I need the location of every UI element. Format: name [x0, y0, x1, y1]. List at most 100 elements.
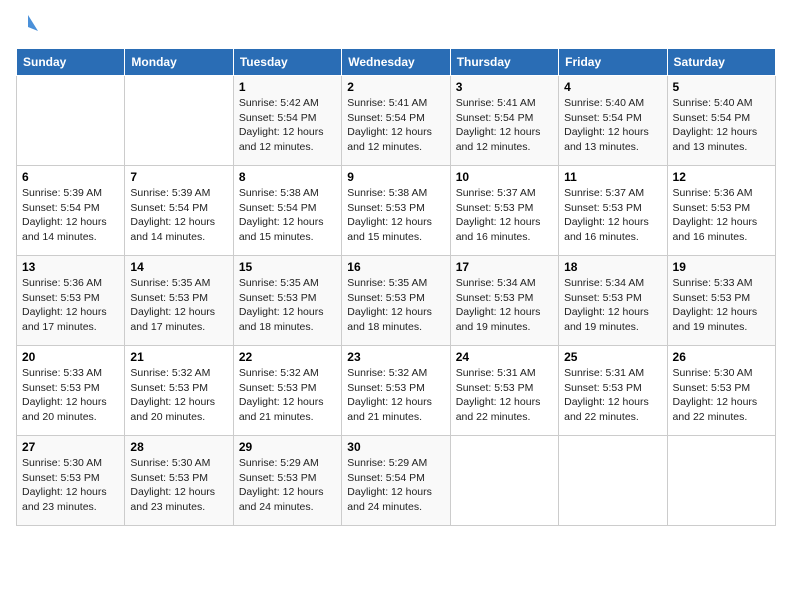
calendar-cell: 19 Sunrise: 5:33 AM Sunset: 5:53 PM Dayli… [667, 256, 775, 346]
calendar-cell: 3 Sunrise: 5:41 AM Sunset: 5:54 PM Daylig… [450, 76, 558, 166]
calendar-week-row: 1Sunrise: 5:42 AM Sunset: 5:54 PM Daylig… [17, 76, 776, 166]
day-number: 7 [130, 170, 227, 184]
calendar-cell: 26 Sunrise: 5:30 AM Sunset: 5:53 PM Dayli… [667, 346, 775, 436]
day-info: Sunrise: 5:42 AM Sunset: 5:54 PM Dayligh… [239, 96, 336, 155]
calendar-cell: 28Sunrise: 5:30 AM Sunset: 5:53 PM Dayli… [125, 436, 233, 526]
day-info: Sunrise: 5:31 AM Sunset: 5:53 PM Dayligh… [456, 366, 553, 425]
day-number: 29 [239, 440, 336, 454]
day-number: 26 [673, 350, 770, 364]
calendar-cell: 8Sunrise: 5:38 AM Sunset: 5:54 PM Daylig… [233, 166, 341, 256]
day-header: Sunday [17, 49, 125, 76]
day-number: 14 [130, 260, 227, 274]
day-number: 18 [564, 260, 661, 274]
logo [16, 16, 38, 38]
calendar-cell: 2 Sunrise: 5:41 AM Sunset: 5:54 PM Daylig… [342, 76, 450, 166]
day-info: Sunrise: 5:36 AM Sunset: 5:53 PM Dayligh… [673, 186, 770, 245]
calendar-cell: 6 Sunrise: 5:39 AM Sunset: 5:54 PM Daylig… [17, 166, 125, 256]
day-info: Sunrise: 5:29 AM Sunset: 5:53 PM Dayligh… [239, 456, 336, 515]
day-info: Sunrise: 5:32 AM Sunset: 5:53 PM Dayligh… [239, 366, 336, 425]
day-info: Sunrise: 5:35 AM Sunset: 5:53 PM Dayligh… [239, 276, 336, 335]
day-header: Monday [125, 49, 233, 76]
day-info: Sunrise: 5:35 AM Sunset: 5:53 PM Dayligh… [130, 276, 227, 335]
day-info: Sunrise: 5:41 AM Sunset: 5:54 PM Dayligh… [347, 96, 444, 155]
calendar-cell: 29 Sunrise: 5:29 AM Sunset: 5:53 PM Dayli… [233, 436, 341, 526]
day-number: 19 [673, 260, 770, 274]
calendar-cell: 14 Sunrise: 5:35 AM Sunset: 5:53 PM Dayli… [125, 256, 233, 346]
day-number: 21 [130, 350, 227, 364]
day-info: Sunrise: 5:34 AM Sunset: 5:53 PM Dayligh… [456, 276, 553, 335]
calendar-header-row: SundayMondayTuesdayWednesdayThursdayFrid… [17, 49, 776, 76]
day-info: Sunrise: 5:37 AM Sunset: 5:53 PM Dayligh… [456, 186, 553, 245]
calendar-cell: 10 Sunrise: 5:37 AM Sunset: 5:53 PM Dayli… [450, 166, 558, 256]
day-number: 11 [564, 170, 661, 184]
day-header: Wednesday [342, 49, 450, 76]
calendar-cell: 9 Sunrise: 5:38 AM Sunset: 5:53 PM Daylig… [342, 166, 450, 256]
calendar-week-row: 27Sunrise: 5:30 AM Sunset: 5:53 PM Dayli… [17, 436, 776, 526]
day-number: 25 [564, 350, 661, 364]
calendar-cell: 11 Sunrise: 5:37 AM Sunset: 5:53 PM Dayli… [559, 166, 667, 256]
day-info: Sunrise: 5:40 AM Sunset: 5:54 PM Dayligh… [564, 96, 661, 155]
day-info: Sunrise: 5:33 AM Sunset: 5:53 PM Dayligh… [673, 276, 770, 335]
day-info: Sunrise: 5:29 AM Sunset: 5:54 PM Dayligh… [347, 456, 444, 515]
calendar-cell: 25Sunrise: 5:31 AM Sunset: 5:53 PM Dayli… [559, 346, 667, 436]
calendar-cell: 15 Sunrise: 5:35 AM Sunset: 5:53 PM Dayli… [233, 256, 341, 346]
day-info: Sunrise: 5:36 AM Sunset: 5:53 PM Dayligh… [22, 276, 119, 335]
calendar-cell: 4 Sunrise: 5:40 AM Sunset: 5:54 PM Daylig… [559, 76, 667, 166]
day-number: 15 [239, 260, 336, 274]
page-header [16, 16, 776, 38]
calendar-cell: 30 Sunrise: 5:29 AM Sunset: 5:54 PM Dayli… [342, 436, 450, 526]
day-number: 22 [239, 350, 336, 364]
day-number: 17 [456, 260, 553, 274]
day-number: 6 [22, 170, 119, 184]
day-header: Saturday [667, 49, 775, 76]
day-number: 13 [22, 260, 119, 274]
day-info: Sunrise: 5:37 AM Sunset: 5:53 PM Dayligh… [564, 186, 661, 245]
calendar-week-row: 20Sunrise: 5:33 AM Sunset: 5:53 PM Dayli… [17, 346, 776, 436]
day-info: Sunrise: 5:35 AM Sunset: 5:53 PM Dayligh… [347, 276, 444, 335]
day-header: Thursday [450, 49, 558, 76]
day-header: Friday [559, 49, 667, 76]
calendar-cell: 16Sunrise: 5:35 AM Sunset: 5:53 PM Dayli… [342, 256, 450, 346]
calendar-cell: 18 Sunrise: 5:34 AM Sunset: 5:53 PM Dayli… [559, 256, 667, 346]
day-number: 24 [456, 350, 553, 364]
day-info: Sunrise: 5:32 AM Sunset: 5:53 PM Dayligh… [130, 366, 227, 425]
day-info: Sunrise: 5:38 AM Sunset: 5:53 PM Dayligh… [347, 186, 444, 245]
calendar-cell: 17 Sunrise: 5:34 AM Sunset: 5:53 PM Dayli… [450, 256, 558, 346]
calendar-cell: 20Sunrise: 5:33 AM Sunset: 5:53 PM Dayli… [17, 346, 125, 436]
day-number: 8 [239, 170, 336, 184]
day-info: Sunrise: 5:30 AM Sunset: 5:53 PM Dayligh… [673, 366, 770, 425]
day-number: 28 [130, 440, 227, 454]
calendar-cell: 21 Sunrise: 5:32 AM Sunset: 5:53 PM Dayli… [125, 346, 233, 436]
day-info: Sunrise: 5:34 AM Sunset: 5:53 PM Dayligh… [564, 276, 661, 335]
day-number: 10 [456, 170, 553, 184]
calendar-cell: 5 Sunrise: 5:40 AM Sunset: 5:54 PM Daylig… [667, 76, 775, 166]
day-info: Sunrise: 5:39 AM Sunset: 5:54 PM Dayligh… [130, 186, 227, 245]
calendar-cell [17, 76, 125, 166]
calendar-cell: 13 Sunrise: 5:36 AM Sunset: 5:53 PM Dayli… [17, 256, 125, 346]
day-number: 30 [347, 440, 444, 454]
day-info: Sunrise: 5:40 AM Sunset: 5:54 PM Dayligh… [673, 96, 770, 155]
day-number: 3 [456, 80, 553, 94]
day-info: Sunrise: 5:41 AM Sunset: 5:54 PM Dayligh… [456, 96, 553, 155]
calendar-body: 1Sunrise: 5:42 AM Sunset: 5:54 PM Daylig… [17, 76, 776, 526]
day-number: 9 [347, 170, 444, 184]
logo-icon [18, 13, 38, 33]
calendar-cell [125, 76, 233, 166]
calendar-cell [450, 436, 558, 526]
calendar-cell [667, 436, 775, 526]
day-header: Tuesday [233, 49, 341, 76]
calendar-table: SundayMondayTuesdayWednesdayThursdayFrid… [16, 48, 776, 526]
calendar-cell: 24 Sunrise: 5:31 AM Sunset: 5:53 PM Dayli… [450, 346, 558, 436]
day-info: Sunrise: 5:39 AM Sunset: 5:54 PM Dayligh… [22, 186, 119, 245]
calendar-cell: 1Sunrise: 5:42 AM Sunset: 5:54 PM Daylig… [233, 76, 341, 166]
day-number: 2 [347, 80, 444, 94]
day-number: 23 [347, 350, 444, 364]
day-info: Sunrise: 5:33 AM Sunset: 5:53 PM Dayligh… [22, 366, 119, 425]
day-number: 4 [564, 80, 661, 94]
calendar-cell: 23 Sunrise: 5:32 AM Sunset: 5:53 PM Dayli… [342, 346, 450, 436]
day-number: 5 [673, 80, 770, 94]
calendar-cell: 7 Sunrise: 5:39 AM Sunset: 5:54 PM Daylig… [125, 166, 233, 256]
calendar-week-row: 6 Sunrise: 5:39 AM Sunset: 5:54 PM Daylig… [17, 166, 776, 256]
calendar-cell: 22 Sunrise: 5:32 AM Sunset: 5:53 PM Dayli… [233, 346, 341, 436]
day-info: Sunrise: 5:32 AM Sunset: 5:53 PM Dayligh… [347, 366, 444, 425]
